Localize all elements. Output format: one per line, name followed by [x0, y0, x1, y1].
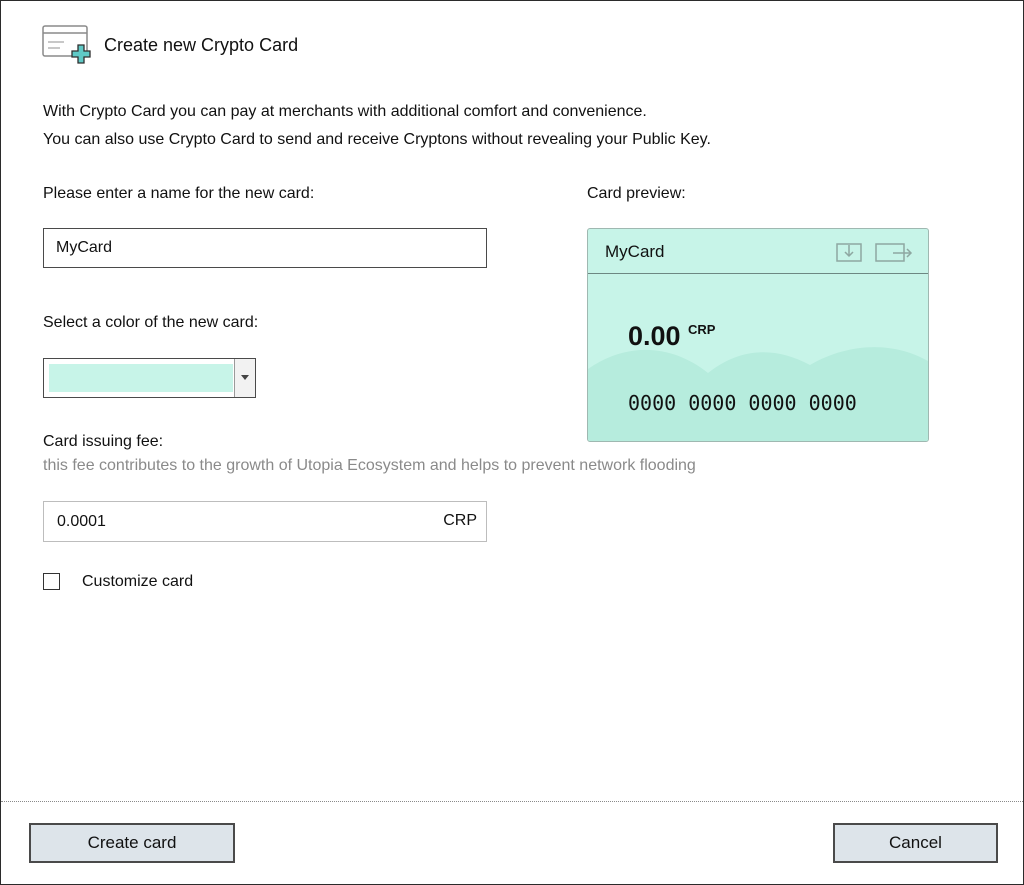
card-preview-number: 0000 0000 0000 0000	[628, 391, 857, 415]
selected-color-swatch	[49, 364, 233, 392]
intro-line-1: With Crypto Card you can pay at merchant…	[43, 103, 647, 120]
issuing-fee-unit: CRP	[443, 512, 477, 529]
cancel-button[interactable]: Cancel	[833, 823, 998, 863]
intro-line-2: You can also use Crypto Card to send and…	[43, 131, 711, 148]
receive-icon	[836, 243, 862, 262]
card-name-label: Please enter a name for the new card:	[43, 185, 315, 202]
footer-divider	[1, 801, 1023, 802]
card-name-input[interactable]	[43, 228, 487, 268]
card-preview-balance: 0.00	[628, 321, 681, 351]
card-preview-currency: CRP	[688, 322, 716, 337]
issuing-fee-value: 0.0001	[57, 513, 106, 530]
issuing-fee-label: Card issuing fee:	[43, 433, 164, 450]
new-card-icon	[42, 25, 91, 64]
dialog-title: Create new Crypto Card	[104, 35, 299, 55]
card-preview-header: MyCard	[588, 229, 928, 274]
customize-card-label[interactable]: Customize card	[82, 573, 193, 591]
card-color-select[interactable]	[43, 358, 256, 398]
chevron-down-icon[interactable]	[234, 359, 255, 397]
customize-card-checkbox[interactable]	[43, 573, 60, 590]
issuing-fee-hint: this fee contributes to the growth of Ut…	[43, 457, 696, 474]
card-color-label: Select a color of the new card:	[43, 314, 259, 331]
intro-text: With Crypto Card you can pay at merchant…	[43, 98, 711, 154]
create-crypto-card-dialog: Create new Crypto Card With Crypto Card …	[0, 0, 1024, 885]
send-icon	[875, 243, 913, 262]
issuing-fee-field: 0.0001 CRP	[43, 501, 487, 542]
card-preview-name: MyCard	[605, 242, 665, 261]
card-preview: MyCard 0.00 CRP 0000 0000 0000 0000	[587, 228, 929, 442]
create-card-button[interactable]: Create card	[29, 823, 235, 863]
card-preview-label: Card preview:	[587, 185, 686, 202]
